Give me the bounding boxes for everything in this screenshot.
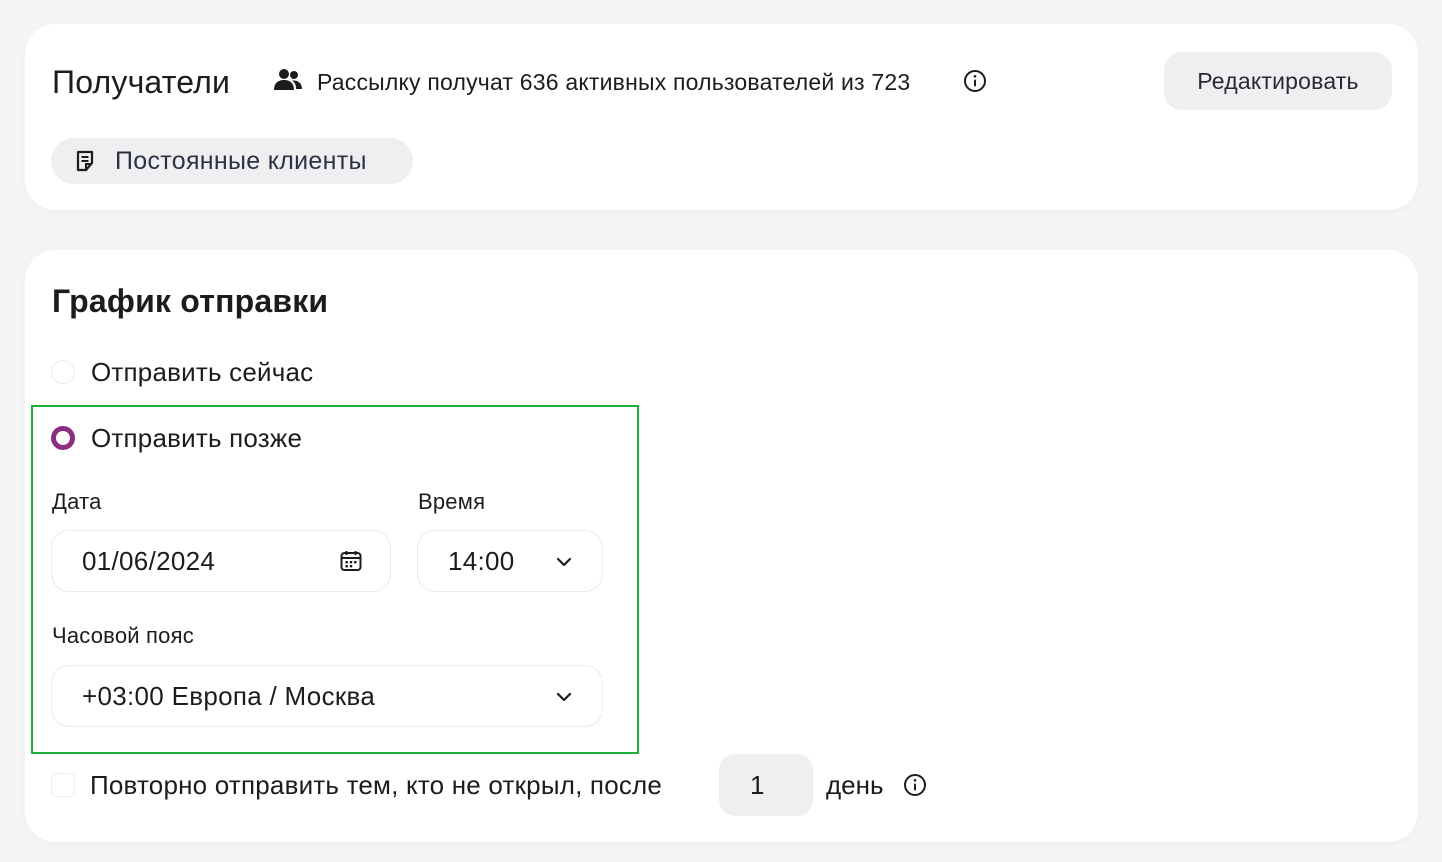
- chevron-down-icon: [554, 553, 574, 571]
- segment-chip[interactable]: Постоянные клиенты: [51, 138, 413, 184]
- segment-chip-label: Постоянные клиенты: [115, 146, 367, 175]
- timezone-label: Часовой пояс: [52, 623, 194, 648]
- document-icon: [75, 150, 95, 172]
- resend-checkbox[interactable]: [51, 773, 75, 797]
- resend-days-unit: день: [826, 770, 884, 800]
- chevron-down-icon: [554, 688, 574, 706]
- recipients-title: Получатели: [52, 64, 231, 100]
- info-icon[interactable]: [903, 773, 927, 797]
- send-later-option[interactable]: Отправить позже: [51, 423, 302, 453]
- recipients-card: Получатели Рассылку получат 636 активных…: [25, 24, 1418, 210]
- date-label: Дата: [52, 489, 102, 514]
- send-later-radio[interactable]: [51, 426, 75, 450]
- resend-days-input[interactable]: 1: [719, 754, 813, 816]
- date-input[interactable]: 01/06/2024: [51, 530, 391, 592]
- send-later-label: Отправить позже: [91, 423, 303, 453]
- resend-row: Повторно отправить тем, кто не открыл, п…: [51, 754, 951, 816]
- users-icon: [273, 67, 303, 93]
- timezone-select[interactable]: +03:00 Европа / Москва: [51, 665, 603, 727]
- timezone-value: +03:00 Европа / Москва: [82, 680, 376, 711]
- time-label: Время: [418, 489, 486, 514]
- info-icon[interactable]: [963, 69, 987, 93]
- recipients-summary: Рассылку получат 636 активных пользовате…: [317, 69, 911, 95]
- send-now-radio[interactable]: [51, 360, 75, 384]
- calendar-icon[interactable]: [339, 549, 363, 573]
- send-now-label: Отправить сейчас: [91, 357, 314, 387]
- schedule-card: График отправки Отправить сейчас Отправи…: [25, 250, 1418, 842]
- date-value: 01/06/2024: [82, 545, 216, 576]
- send-now-option[interactable]: Отправить сейчас: [51, 357, 313, 387]
- time-select[interactable]: 14:00: [417, 530, 603, 592]
- time-value: 14:00: [448, 545, 515, 576]
- schedule-title: График отправки: [52, 283, 329, 319]
- resend-label: Повторно отправить тем, кто не открыл, п…: [90, 770, 663, 800]
- edit-recipients-button[interactable]: Редактировать: [1164, 52, 1392, 110]
